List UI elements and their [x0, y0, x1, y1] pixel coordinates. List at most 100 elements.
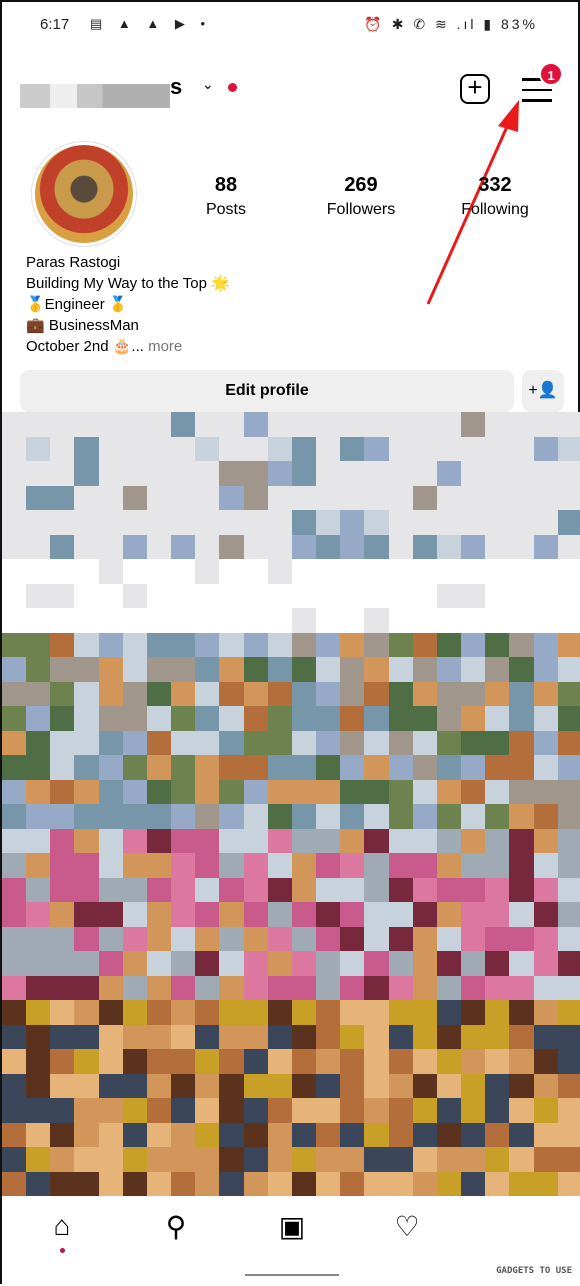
reels-icon[interactable]: ▣: [274, 1210, 310, 1246]
mosaic-cell: [509, 510, 534, 535]
mosaic-cell: [219, 902, 244, 927]
mosaic-cell: [74, 583, 99, 608]
mosaic-cell: [122, 681, 147, 706]
mosaic-cell: [267, 461, 292, 486]
mosaic-cell: [412, 1049, 437, 1074]
mosaic-cell: [509, 755, 534, 780]
mosaic-cell: [122, 412, 147, 437]
stat-following[interactable]: 332 Following: [440, 174, 550, 219]
mosaic-cell: [267, 1073, 292, 1098]
mosaic-cell: [146, 853, 172, 878]
mosaic-cell: [146, 951, 172, 976]
home-icon[interactable]: ⌂: [44, 1210, 80, 1246]
mosaic-cell: [364, 975, 389, 1000]
mosaic-cell: [122, 853, 147, 878]
mosaic-cell: [316, 853, 341, 878]
mosaic-cell: [461, 853, 486, 878]
mosaic-cell: [557, 755, 580, 780]
mosaic-cell: [291, 1049, 317, 1074]
mosaic-cell: [267, 412, 292, 437]
mosaic-cell: [74, 853, 99, 878]
mosaic-cell: [219, 681, 244, 706]
mosaic-cell: [509, 461, 534, 486]
mosaic-cell: [243, 902, 268, 927]
mosaic-cell: [219, 877, 244, 902]
mosaic-cell: [436, 755, 462, 780]
posts-grid-pixelated[interactable]: [2, 412, 580, 1196]
mosaic-cell: [171, 510, 196, 535]
mosaic-cell: [291, 412, 317, 437]
mosaic-cell: [26, 877, 51, 902]
mosaic-cell: [533, 412, 558, 437]
avatar[interactable]: [32, 142, 136, 246]
discover-people-button[interactable]: +👤: [522, 370, 564, 412]
mosaic-cell: [461, 608, 486, 633]
mosaic-cell: [485, 485, 510, 510]
mosaic-cell: [557, 853, 580, 878]
mosaic-cell: [436, 853, 462, 878]
mosaic-cell: [364, 951, 389, 976]
mosaic-cell: [461, 975, 486, 1000]
mosaic-cell: [219, 853, 244, 878]
search-icon[interactable]: ⚲: [158, 1210, 194, 1246]
mosaic-cell: [2, 461, 27, 486]
mosaic-cell: [122, 1098, 147, 1123]
stat-followers[interactable]: 269 Followers: [306, 174, 416, 219]
mosaic-cell: [436, 1049, 462, 1074]
mosaic-cell: [388, 412, 413, 437]
mosaic-cell: [461, 510, 486, 535]
mosaic-cell: [461, 706, 486, 731]
edit-profile-button[interactable]: Edit profile: [20, 370, 514, 412]
mosaic-cell: [243, 730, 268, 755]
mosaic-cell: [461, 779, 486, 804]
mosaic-cell: [98, 1049, 123, 1074]
mosaic-cell: [388, 608, 413, 633]
mosaic-cell: [509, 730, 534, 755]
mosaic-cell: [146, 926, 172, 951]
mosaic-cell: [146, 632, 172, 657]
mosaic-cell: [485, 681, 510, 706]
mosaic-cell: [509, 779, 534, 804]
stat-posts[interactable]: 88 Posts: [171, 174, 281, 219]
mosaic-cell: [364, 485, 389, 510]
mosaic-cell: [122, 1073, 147, 1098]
mosaic-cell: [243, 1122, 268, 1147]
mosaic-cell: [195, 436, 220, 461]
mosaic-cell: [195, 755, 220, 780]
more-link[interactable]: more: [144, 338, 182, 355]
mosaic-cell: [557, 902, 580, 927]
mosaic-cell: [26, 412, 51, 437]
mosaic-cell: [364, 510, 389, 535]
mosaic-cell: [557, 436, 580, 461]
mosaic-cell: [50, 804, 75, 829]
mosaic-cell: [364, 632, 389, 657]
mosaic-cell: [146, 485, 172, 510]
heart-icon[interactable]: ♡: [389, 1210, 425, 1246]
mosaic-cell: [340, 632, 365, 657]
mosaic-cell: [388, 632, 413, 657]
mosaic-cell: [461, 1000, 486, 1025]
mosaic-cell: [436, 1122, 462, 1147]
mosaic-cell: [26, 1122, 51, 1147]
mosaic-cell: [146, 730, 172, 755]
mosaic-cell: [412, 755, 437, 780]
mosaic-cell: [146, 608, 172, 633]
mosaic-cell: [533, 951, 558, 976]
mosaic-cell: [316, 1000, 341, 1025]
mosaic-cell: [533, 1000, 558, 1025]
mosaic-cell: [316, 461, 341, 486]
mosaic-cell: [2, 804, 27, 829]
mosaic-cell: [412, 559, 437, 584]
mosaic-cell: [364, 681, 389, 706]
mosaic-cell: [243, 828, 268, 853]
mosaic-cell: [219, 975, 244, 1000]
mosaic-cell: [412, 534, 437, 559]
mosaic-cell: [557, 706, 580, 731]
mosaic-cell: [485, 608, 510, 633]
mosaic-cell: [74, 804, 99, 829]
mosaic-cell: [316, 877, 341, 902]
mosaic-cell: [340, 461, 365, 486]
mosaic-cell: [364, 657, 389, 682]
mosaic-cell: [388, 510, 413, 535]
mosaic-cell: [98, 534, 123, 559]
